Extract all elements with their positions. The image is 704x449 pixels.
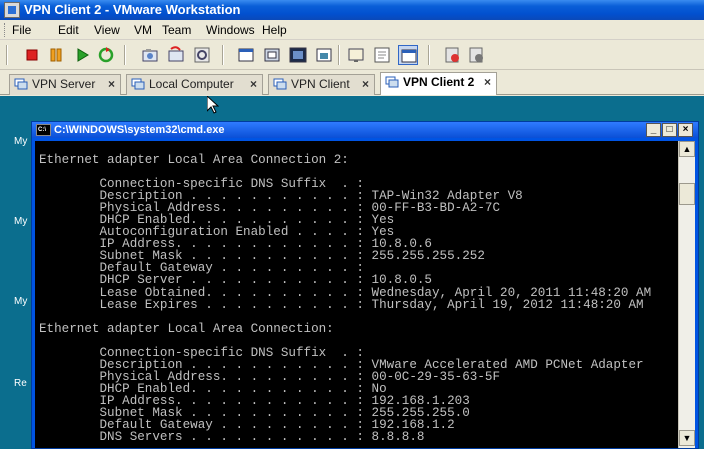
vm-icon	[385, 76, 399, 89]
toolbar	[0, 40, 704, 70]
console-output[interactable]: Ethernet adapter Local Area Connection 2…	[35, 141, 678, 448]
minimize-button[interactable]: _	[646, 123, 661, 137]
toolbar-separator	[428, 45, 430, 65]
appliance-view-icon[interactable]	[398, 45, 418, 65]
console-line: Connection-specific DNS Suffix . :	[39, 345, 364, 360]
close-tab-icon[interactable]: ×	[108, 75, 115, 94]
unity-icon[interactable]	[314, 45, 334, 65]
vm-icon	[131, 78, 145, 91]
toolbar-separator	[222, 45, 224, 65]
close-button[interactable]: ×	[678, 123, 693, 137]
window-title: VPN Client 2 - VMware Workstation	[24, 2, 241, 17]
menu-team[interactable]: Team	[162, 23, 191, 37]
menu-vm[interactable]: VM	[134, 23, 152, 37]
full-screen-icon[interactable]	[288, 45, 308, 65]
scroll-thumb[interactable]	[679, 183, 695, 205]
console-line: Ethernet adapter Local Area Connection:	[39, 321, 334, 336]
preferences-icon[interactable]	[442, 45, 462, 65]
toolbar-grip	[6, 45, 8, 65]
snapshot-manager-icon[interactable]	[192, 45, 212, 65]
scroll-up-arrow-icon[interactable]: ▲	[679, 141, 695, 157]
toolbar-separator	[124, 45, 126, 65]
console-line: DNS Servers . . . . . . . . . . . : 8.8.…	[39, 430, 425, 445]
menu-edit[interactable]: Edit	[58, 23, 79, 37]
cmd-window[interactable]: C:\ C:\WINDOWS\system32\cmd.exe _ □ × Et…	[31, 121, 699, 449]
mouse-cursor-icon	[207, 96, 219, 114]
tab-label: VPN Client	[291, 77, 350, 91]
vm-tab-bar: VPN Server × Local Computer × VPN Client…	[0, 71, 704, 95]
vmware-app-icon	[4, 2, 20, 18]
close-tab-icon[interactable]: ×	[250, 75, 257, 94]
cmd-title: C:\WINDOWS\system32\cmd.exe	[54, 124, 225, 136]
console-line: DHCP Server . . . . . . . . . . . : 10.8…	[39, 273, 432, 288]
tab-vpn-server[interactable]: VPN Server ×	[9, 74, 121, 95]
close-tab-icon[interactable]: ×	[362, 75, 369, 94]
settings-icon[interactable]	[466, 45, 486, 65]
desktop-icon-label[interactable]: My	[14, 136, 27, 147]
menu-file[interactable]: File	[12, 23, 31, 37]
pause-icon[interactable]	[46, 45, 66, 65]
menu-grip	[4, 23, 7, 37]
desktop-icon-label[interactable]: Re	[14, 378, 27, 389]
desktop-icon-label[interactable]: My	[14, 296, 27, 307]
scroll-down-arrow-icon[interactable]: ▼	[679, 430, 695, 446]
menu-help[interactable]: Help	[262, 23, 287, 37]
tab-label: Local Computer	[149, 77, 234, 91]
show-console-icon[interactable]	[346, 45, 366, 65]
console-line: Lease Obtained. . . . . . . . . . : Wedn…	[39, 285, 652, 300]
snapshot-icon[interactable]	[140, 45, 160, 65]
normal-view-icon[interactable]	[236, 45, 256, 65]
stop-icon[interactable]	[22, 45, 42, 65]
menu-bar: File Edit View VM Team Windows Help	[0, 20, 704, 40]
vm-icon	[14, 78, 28, 91]
revert-snapshot-icon[interactable]	[166, 45, 186, 65]
quick-switch-icon[interactable]	[262, 45, 282, 65]
play-icon[interactable]	[72, 45, 92, 65]
close-tab-icon[interactable]: ×	[484, 73, 491, 92]
tab-label: VPN Server	[32, 77, 96, 91]
vertical-scrollbar[interactable]: ▲ ▼	[678, 141, 695, 448]
desktop-icon-label[interactable]: My	[14, 216, 27, 227]
summary-view-icon[interactable]	[372, 45, 392, 65]
tab-vpn-client[interactable]: VPN Client ×	[268, 74, 375, 95]
tab-vpn-client-2[interactable]: VPN Client 2 ×	[380, 72, 497, 95]
console-line: Ethernet adapter Local Area Connection 2…	[39, 153, 349, 167]
tab-label: VPN Client 2	[403, 75, 475, 89]
menu-windows[interactable]: Windows	[206, 23, 255, 37]
title-bar: VPN Client 2 - VMware Workstation	[0, 0, 704, 20]
toolbar-separator	[338, 45, 340, 65]
menu-view[interactable]: View	[94, 23, 120, 37]
maximize-button[interactable]: □	[662, 123, 677, 137]
reset-icon[interactable]	[96, 45, 116, 65]
console-line: Lease Expires . . . . . . . . . . : Thur…	[39, 297, 644, 312]
cmd-title-bar[interactable]: C:\ C:\WINDOWS\system32\cmd.exe _ □ ×	[32, 122, 698, 138]
tab-local-computer[interactable]: Local Computer ×	[126, 74, 263, 95]
cmd-icon: C:\	[36, 124, 51, 136]
vm-icon	[273, 78, 287, 91]
